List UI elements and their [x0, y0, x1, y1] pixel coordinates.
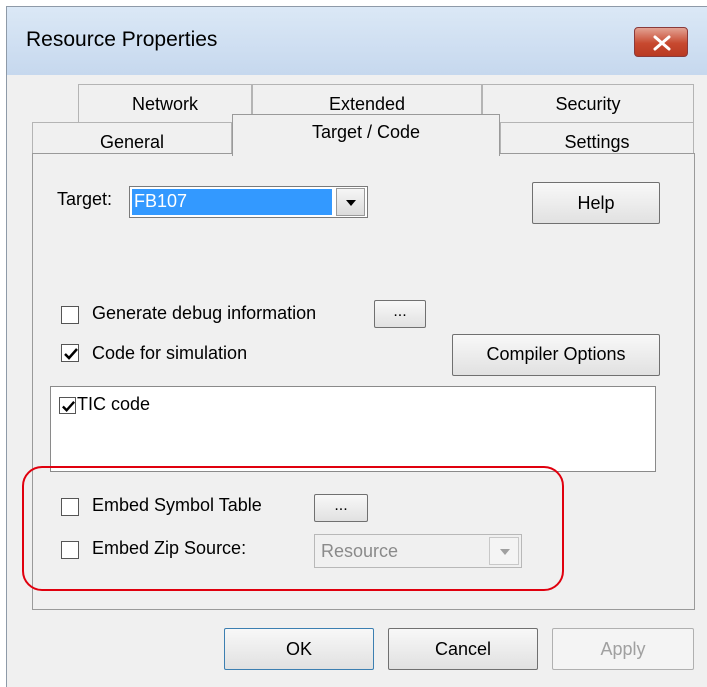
embed-options-highlight: [22, 466, 564, 591]
tic-code-checkbox[interactable]: [59, 397, 76, 414]
debug-info-checkbox[interactable]: [61, 306, 79, 324]
ok-button[interactable]: OK: [224, 628, 374, 670]
tab-security[interactable]: Security: [482, 84, 694, 122]
close-button[interactable]: [634, 27, 688, 57]
chevron-down-icon: [346, 200, 356, 206]
target-select[interactable]: FB107: [129, 186, 368, 218]
help-button[interactable]: Help: [532, 182, 660, 224]
simulation-checkbox[interactable]: [61, 344, 79, 362]
tab-target-code[interactable]: Target / Code: [232, 114, 500, 156]
close-icon: [653, 35, 671, 51]
check-icon: [64, 348, 78, 360]
code-list[interactable]: TIC code: [50, 386, 656, 472]
debug-info-options-button[interactable]: ...: [374, 300, 426, 328]
window-title: Resource Properties: [26, 28, 218, 51]
compiler-options-button[interactable]: Compiler Options: [452, 334, 660, 376]
simulation-label: Code for simulation: [92, 343, 248, 363]
cancel-button[interactable]: Cancel: [388, 628, 538, 670]
tic-code-label: TIC code: [77, 394, 151, 414]
target-dropdown-button[interactable]: [336, 188, 365, 216]
tab-network[interactable]: Network: [78, 84, 252, 122]
target-select-value: FB107: [132, 189, 332, 215]
check-icon: [62, 401, 76, 412]
target-label: Target:: [57, 189, 113, 209]
apply-button[interactable]: Apply: [552, 628, 694, 670]
debug-info-label: Generate debug information: [92, 303, 317, 323]
